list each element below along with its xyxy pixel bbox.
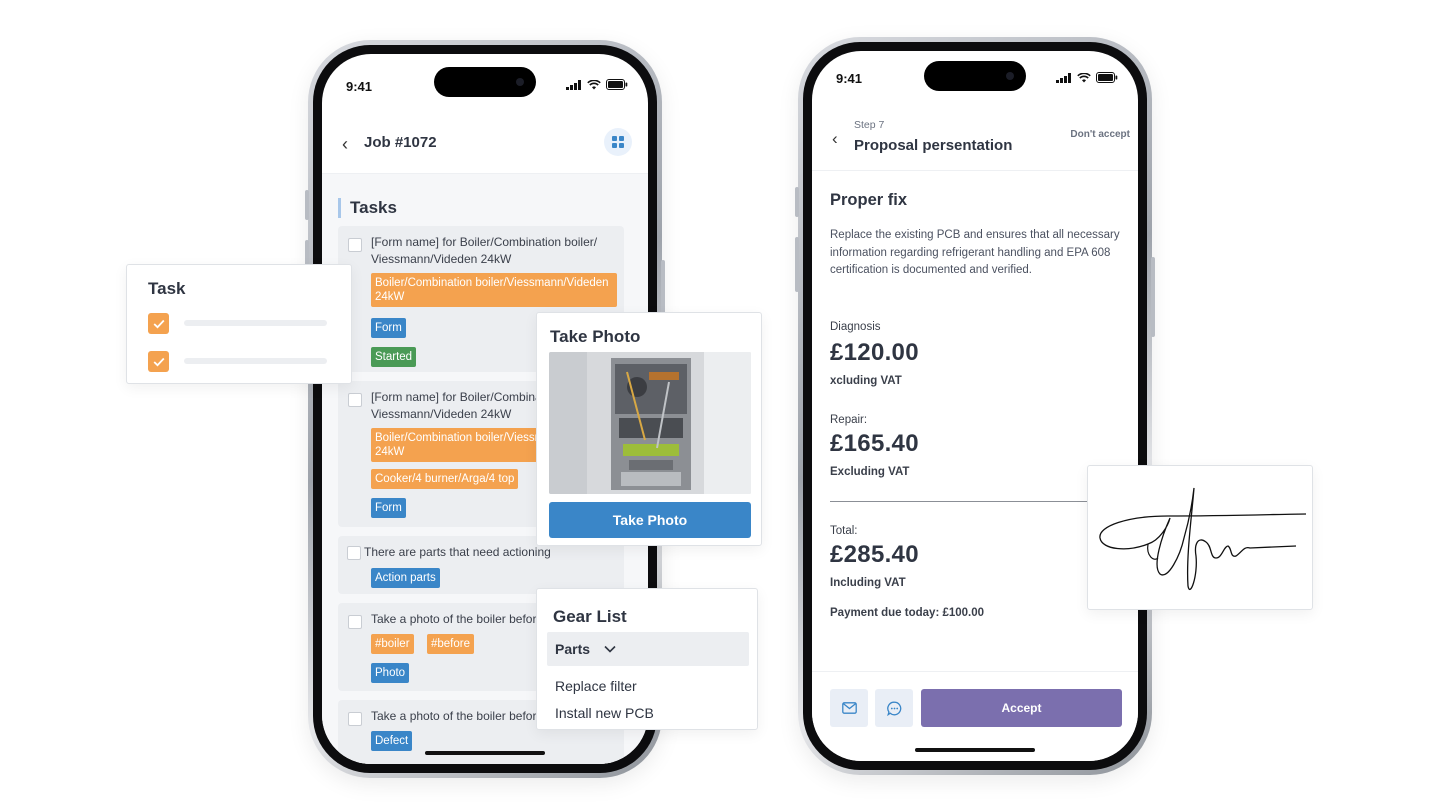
signal-icon	[566, 79, 581, 90]
proposal-screen: 9:41 ‹ Step 7 Proposal persentation Don'…	[812, 51, 1138, 761]
task-text: [Form name] for Boiler/Combination boile…	[371, 235, 598, 266]
diagnosis-amount: £120.00	[830, 339, 919, 366]
total-vat-note: Including VAT	[830, 577, 906, 589]
signature-card	[1087, 465, 1313, 610]
gear-list-card: Gear List Parts Replace filter Install n…	[536, 588, 758, 730]
chevron-left-icon[interactable]: ‹	[832, 129, 838, 149]
section-title: Tasks	[338, 198, 397, 218]
checkbox-icon[interactable]	[348, 615, 362, 629]
parts-dropdown[interactable]: Parts	[547, 632, 749, 666]
step-label: Step 7	[854, 119, 885, 131]
battery-icon	[1096, 72, 1118, 83]
take-photo-button[interactable]: Take Photo	[549, 502, 751, 538]
gear-list-item[interactable]: Replace filter	[555, 678, 637, 694]
status-bar: 9:41	[812, 51, 1138, 107]
diagnosis-label: Diagnosis	[830, 321, 881, 333]
accept-button[interactable]: Accept	[921, 689, 1122, 727]
chevron-left-icon[interactable]: ‹	[342, 134, 348, 155]
tag-action[interactable]: Action parts	[371, 568, 440, 588]
tag-equipment: Boiler/Combination boiler/Viessmann/Vide…	[371, 273, 617, 307]
take-photo-card: Take Photo Take Photo	[536, 312, 762, 546]
home-indicator	[915, 748, 1035, 752]
grid-view-button[interactable]	[604, 128, 632, 156]
task-text: There are parts that need actioning	[364, 545, 551, 559]
signature-image	[1099, 487, 1307, 590]
tag-hashtag: #boiler	[371, 634, 414, 654]
tag-defect: Defect	[371, 731, 413, 751]
take-photo-title: Take Photo	[550, 327, 641, 346]
checkbox-icon[interactable]	[348, 393, 362, 407]
total-amount: £285.40	[830, 541, 919, 568]
status-time: 9:41	[836, 71, 863, 86]
payment-due: Payment due today: £100.00	[830, 607, 985, 619]
tag-hashtag: #before	[427, 634, 475, 654]
job-header: ‹ Job #1072	[322, 112, 648, 174]
home-indicator	[425, 751, 545, 755]
check-icon	[153, 319, 164, 328]
tag-form: Form	[371, 318, 406, 338]
repair-vat-note: Excluding VAT	[830, 466, 910, 478]
repair-label: Repair:	[830, 414, 868, 426]
tag-status: Started	[371, 347, 417, 367]
mail-icon	[841, 702, 857, 714]
signal-icon	[1056, 72, 1071, 83]
status-time: 9:41	[346, 79, 373, 94]
repair-amount: £165.40	[830, 430, 919, 457]
divider	[830, 501, 1110, 502]
proposal-description: Replace the existing PCB and ensures tha…	[830, 229, 1120, 276]
gear-list-item[interactable]: Install new PCB	[555, 705, 654, 721]
proposal-header: ‹ Step 7 Proposal persentation Don't acc…	[812, 109, 1138, 171]
parts-dropdown-label: Parts	[555, 641, 591, 657]
tag-form: Form	[371, 498, 406, 518]
grid-icon	[612, 136, 624, 148]
checkbox-checked[interactable]	[148, 313, 169, 334]
checkbox-checked[interactable]	[148, 351, 169, 372]
status-bar: 9:41	[322, 54, 648, 110]
dynamic-island	[924, 61, 1026, 91]
email-button[interactable]	[830, 689, 868, 727]
checkbox-icon[interactable]	[348, 712, 362, 726]
phone-proposal: 9:41 ‹ Step 7 Proposal persentation Don'…	[795, 37, 1155, 775]
chat-icon	[886, 701, 901, 716]
proposal-title: Proper fix	[830, 191, 908, 209]
wifi-icon	[587, 79, 601, 89]
total-label: Total:	[830, 525, 858, 537]
task-line-placeholder	[184, 320, 327, 326]
checkbox-icon[interactable]	[348, 238, 362, 252]
wifi-icon	[1077, 72, 1091, 82]
boiler-photo	[549, 352, 751, 494]
task-card-title: Task	[148, 279, 186, 298]
dynamic-island	[434, 67, 536, 97]
chevron-down-icon	[604, 645, 616, 653]
diagnosis-vat-note: xcluding VAT	[830, 375, 902, 387]
check-icon	[153, 357, 164, 366]
message-button[interactable]	[875, 689, 913, 727]
battery-icon	[606, 79, 628, 90]
task-card: Task	[126, 264, 352, 384]
dont-accept-button[interactable]: Don't accept	[1070, 129, 1130, 140]
tag-equipment: Cooker/4 burner/Arga/4 top	[371, 469, 519, 489]
checkbox-icon[interactable]	[347, 546, 361, 560]
tag-photo: Photo	[371, 663, 410, 683]
gear-list-title: Gear List	[553, 607, 627, 626]
job-title: Job #1072	[364, 134, 437, 151]
page-title: Proposal persentation	[854, 137, 1013, 154]
task-line-placeholder	[184, 358, 327, 364]
